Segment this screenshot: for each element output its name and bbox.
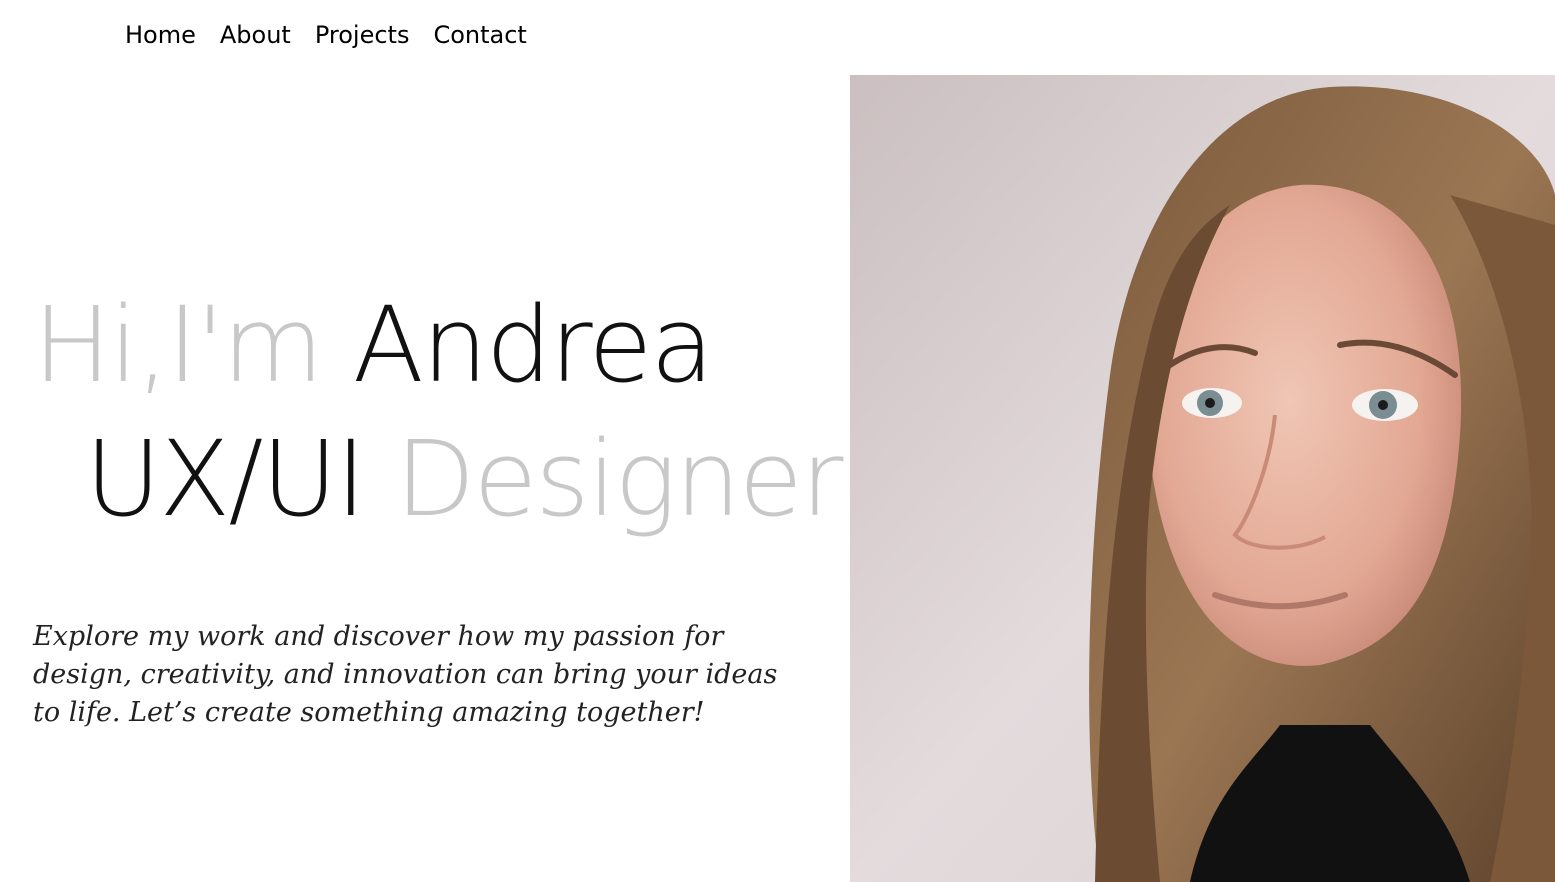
name-text: Andrea: [352, 284, 714, 406]
nav-link-home[interactable]: Home: [125, 18, 196, 52]
portrait-illustration: [850, 75, 1555, 882]
intro-paragraph: Explore my work and discover how my pass…: [33, 621, 778, 728]
nav-link-projects[interactable]: Projects: [315, 18, 410, 52]
nav-link-about[interactable]: About: [220, 18, 291, 52]
role-suffix-text: Designer: [395, 418, 843, 540]
profile-photo: [850, 75, 1555, 882]
main-nav: Home About Projects Contact: [125, 18, 551, 52]
hero-line-greeting: Hi,I'm Andrea: [33, 278, 833, 412]
hero-heading: Hi,I'm Andrea UX/UI Designer: [33, 278, 843, 546]
role-prefix-text: UX/UI: [85, 418, 366, 540]
nav-link-contact[interactable]: Contact: [433, 18, 526, 52]
greeting-text: Hi,I'm: [33, 284, 324, 406]
hero-line-role: UX/UI Designer: [33, 412, 843, 546]
